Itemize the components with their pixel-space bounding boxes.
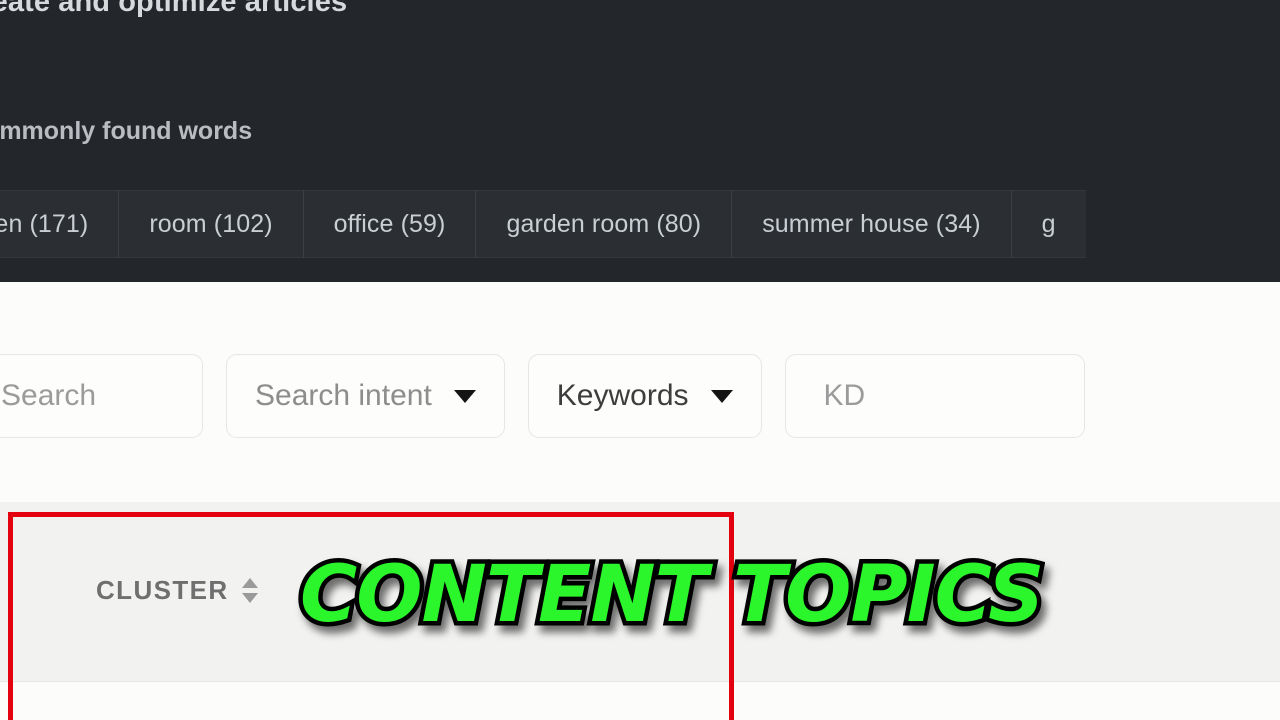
kd-input[interactable]: KD [784,354,1085,438]
keyword-tab-strip: garden (171) room (102) office (59) gard… [0,190,1086,258]
dark-header-panel: create and optimize articles Commonly fo… [0,0,1280,282]
keyword-tab-label: office (59) [333,209,446,238]
keyword-tab-label: room (102) [149,209,273,238]
keyword-tab[interactable]: room (102) [118,190,303,258]
keyword-tab[interactable]: g [1010,190,1086,258]
keyword-tab[interactable]: garden room (80) [475,190,732,258]
panel-heading: create and optimize articles [0,0,348,18]
search-intent-dropdown[interactable]: Search intent [226,354,505,438]
chevron-down-icon [453,389,476,403]
search-input[interactable]: Search [0,354,203,438]
column-header-cluster[interactable]: CLUSTER [96,575,258,606]
chevron-down-icon [710,389,733,403]
screenshot-root: create and optimize articles Commonly fo… [0,0,1280,720]
keywords-dropdown[interactable]: Keywords [527,354,762,438]
keyword-tab[interactable]: summer house (34) [731,190,1011,258]
keyword-tab-label: garden room (80) [506,209,702,238]
keyword-tab[interactable]: garden (171) [0,190,119,258]
sort-arrows-icon[interactable] [241,578,258,603]
keyword-tab-label: garden (171) [0,209,89,238]
kd-input-placeholder: KD [823,379,866,412]
keyword-tab-label: g [1041,209,1056,238]
filter-bar: Search Search intent Keywords KD [0,282,1280,502]
caption-overlay: CONTENT TOPICS [295,550,1048,640]
filter-controls: Search Search intent Keywords KD [0,354,1085,438]
keyword-tab-label: summer house (34) [762,209,981,238]
column-header-cluster-label: CLUSTER [96,575,229,605]
table-row[interactable] [0,683,1280,720]
panel-subheading: Commonly found words [0,117,253,145]
search-intent-label: Search intent [255,379,432,412]
keyword-tab[interactable]: office (59) [302,190,476,258]
search-input-placeholder: Search [1,379,97,412]
keywords-label: Keywords [556,379,689,412]
